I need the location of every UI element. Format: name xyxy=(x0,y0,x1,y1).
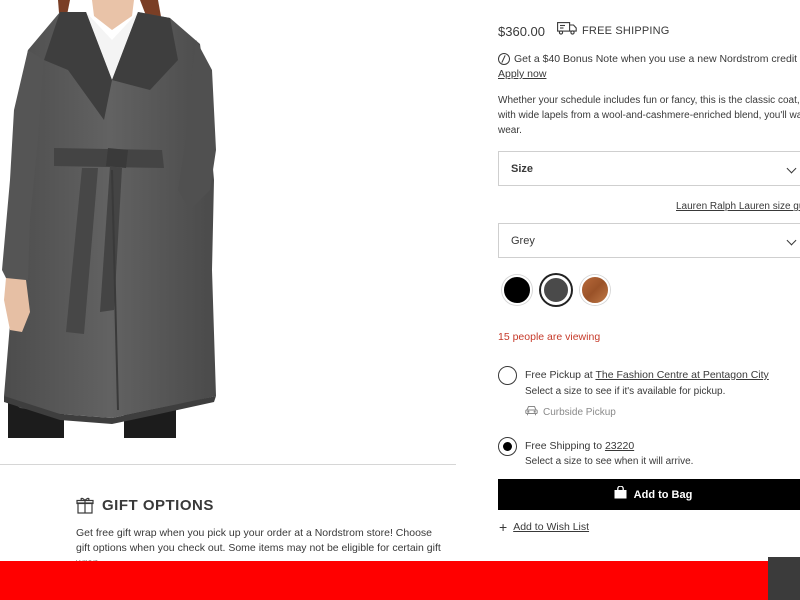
price-row: $360.00 FREE SHIPPING xyxy=(498,22,670,40)
product-image xyxy=(0,0,230,440)
curbside-label: Curbside Pickup xyxy=(543,406,616,418)
truck-icon xyxy=(557,22,577,40)
add-to-bag-label: Add to Bag xyxy=(633,488,693,501)
bonus-note-text: Get a $40 Bonus Note when you use a new … xyxy=(514,53,800,65)
shipping-title: Free Shipping to 23220 xyxy=(525,440,634,452)
gift-options-heading: GIFT OPTIONS xyxy=(76,496,214,514)
swatch-brown[interactable] xyxy=(580,275,610,305)
bonus-note-row: Get a $40 Bonus Note when you use a new … xyxy=(498,53,800,65)
shipping-radio[interactable] xyxy=(498,437,517,456)
price: $360.00 xyxy=(498,23,545,39)
pickup-radio[interactable] xyxy=(498,366,517,385)
size-select[interactable]: Size xyxy=(498,151,800,186)
curbside-pickup: Curbside Pickup xyxy=(525,403,616,421)
shipping-title-prefix: Free Shipping to xyxy=(525,440,605,452)
bonus-note-icon xyxy=(498,53,510,65)
free-shipping-label: FREE SHIPPING xyxy=(582,25,670,37)
pickup-subtitle: Select a size to see if it's available f… xyxy=(525,386,726,397)
shipping-zip-link[interactable]: 23220 xyxy=(605,440,634,452)
chevron-down-icon xyxy=(786,235,797,246)
scroll-tab[interactable] xyxy=(768,557,800,600)
color-select-label: Grey xyxy=(511,234,535,247)
bottom-banner xyxy=(0,561,800,600)
gift-options-title: GIFT OPTIONS xyxy=(102,496,214,514)
wishlist-label: Add to Wish List xyxy=(513,521,590,533)
pickup-store-link[interactable]: The Fashion Centre at Pentagon City xyxy=(595,369,768,381)
bag-icon xyxy=(614,485,627,504)
add-to-bag-button[interactable]: Add to Bag xyxy=(498,479,800,510)
viewing-count: 15 people are viewing xyxy=(498,331,601,343)
plus-icon: + xyxy=(499,519,508,535)
add-to-wishlist[interactable]: + Add to Wish List xyxy=(499,519,590,535)
pickup-title: Free Pickup at The Fashion Centre at Pen… xyxy=(525,369,769,381)
image-divider xyxy=(0,464,456,465)
apply-now-link[interactable]: Apply now xyxy=(498,68,546,80)
swatch-grey[interactable] xyxy=(541,275,571,305)
gift-icon xyxy=(76,496,94,514)
size-guide-link[interactable]: Lauren Ralph Lauren size gui xyxy=(676,201,800,212)
pickup-title-prefix: Free Pickup at xyxy=(525,369,596,381)
swatch-black[interactable] xyxy=(502,275,532,305)
chevron-down-icon xyxy=(786,163,797,174)
size-select-label: Size xyxy=(511,162,534,175)
car-icon xyxy=(525,403,538,421)
product-description: Whether your schedule includes fun or fa… xyxy=(498,95,800,136)
color-select[interactable]: Grey xyxy=(498,223,800,258)
shipping-subtitle: Select a size to see when it will arrive… xyxy=(525,456,694,467)
